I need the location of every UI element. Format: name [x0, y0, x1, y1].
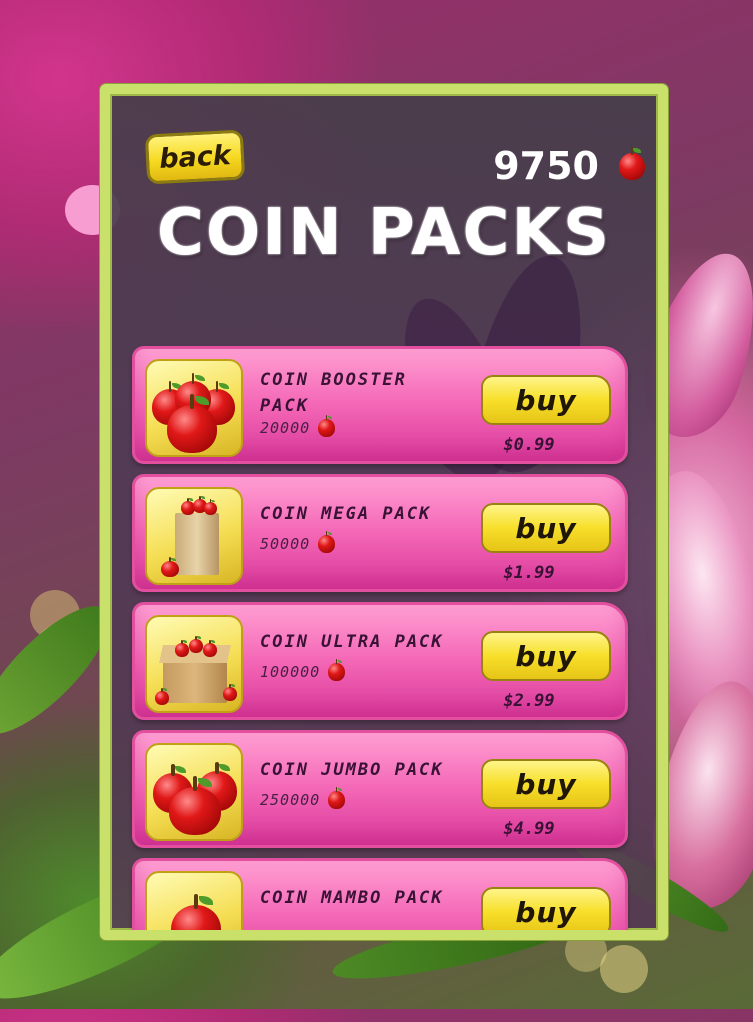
buy-button-label: buy: [515, 767, 577, 801]
pack-price: $0.99: [503, 435, 555, 455]
apple-box-icon: [145, 615, 243, 713]
buy-button[interactable]: buy: [481, 887, 611, 930]
pack-amount-value: 100000: [260, 663, 321, 681]
apple-shape: [189, 635, 203, 653]
pack-item-jumbo: COIN JUMBO PACK 250000 buy $4.99: [132, 730, 628, 848]
apple-shape: [161, 557, 179, 577]
pack-item-ultra: COIN ULTRA PACK 100000 buy $2.99: [132, 602, 628, 720]
apple-bag-icon: [145, 487, 243, 585]
pack-item-mambo: COIN MAMBO PACK buy: [132, 858, 628, 930]
apple-shape: [167, 394, 217, 453]
pack-name: COIN MEGA PACK: [260, 504, 432, 524]
buy-button-label: buy: [515, 383, 577, 417]
pack-amount-value: 250000: [260, 791, 321, 809]
back-button[interactable]: back: [144, 129, 246, 185]
pack-name: COIN MAMBO PACK: [260, 888, 444, 908]
pack-price: $2.99: [503, 691, 555, 711]
pack-price: $1.99: [503, 563, 555, 583]
apple-pile-icon: [145, 359, 243, 457]
pack-price: $4.99: [503, 819, 555, 839]
pack-amount-value: 50000: [260, 535, 311, 553]
red-apple-icon: [318, 415, 336, 437]
box-shape: [163, 659, 227, 703]
pack-amount: 100000: [260, 659, 346, 681]
buy-button[interactable]: buy: [481, 759, 611, 809]
apple-shape: [171, 894, 221, 930]
red-apple-icon: [328, 787, 346, 809]
buy-button-label: buy: [515, 895, 577, 929]
coin-balance-value: 9750: [493, 144, 599, 188]
apple-shape: [175, 639, 189, 657]
apple-shape: [169, 776, 221, 835]
apple-icon: [145, 871, 243, 930]
pack-name: COIN ULTRA PACK: [260, 632, 444, 652]
bokeh-light: [600, 945, 648, 993]
red-apple-icon: [328, 659, 346, 681]
buy-button[interactable]: buy: [481, 631, 611, 681]
pack-amount-value: 20000: [260, 419, 311, 437]
buy-button-label: buy: [515, 639, 577, 673]
back-button-label: back: [158, 139, 232, 175]
buy-button-label: buy: [515, 511, 577, 545]
paper-bag-shape: [175, 513, 219, 575]
pack-name: COIN BOOSTER PACK: [260, 370, 407, 416]
buy-button[interactable]: buy: [481, 503, 611, 553]
pack-item-booster: COIN BOOSTER PACK 20000 buy $0.99: [132, 346, 628, 464]
pack-name: COIN JUMBO PACK: [260, 760, 444, 780]
pack-amount: 250000: [260, 787, 346, 809]
coin-packs-panel: back 9750 COIN PACKS COIN BOOSTER PACK 2…: [100, 84, 668, 940]
pack-amount: 50000: [260, 531, 336, 553]
coin-balance: 9750: [485, 144, 645, 188]
pack-amount: 20000: [260, 415, 336, 437]
apple-shape: [223, 683, 237, 701]
buy-button[interactable]: buy: [481, 375, 611, 425]
apple-shape: [204, 499, 217, 515]
apple-shape: [203, 639, 217, 657]
red-apple-icon: [318, 531, 336, 553]
apple-shape: [155, 687, 169, 705]
page-title: COIN PACKS: [156, 196, 612, 270]
apple-pile-icon: [145, 743, 243, 841]
red-apple-icon: [619, 146, 645, 180]
pack-item-mega: COIN MEGA PACK 50000 buy $1.99: [132, 474, 628, 592]
